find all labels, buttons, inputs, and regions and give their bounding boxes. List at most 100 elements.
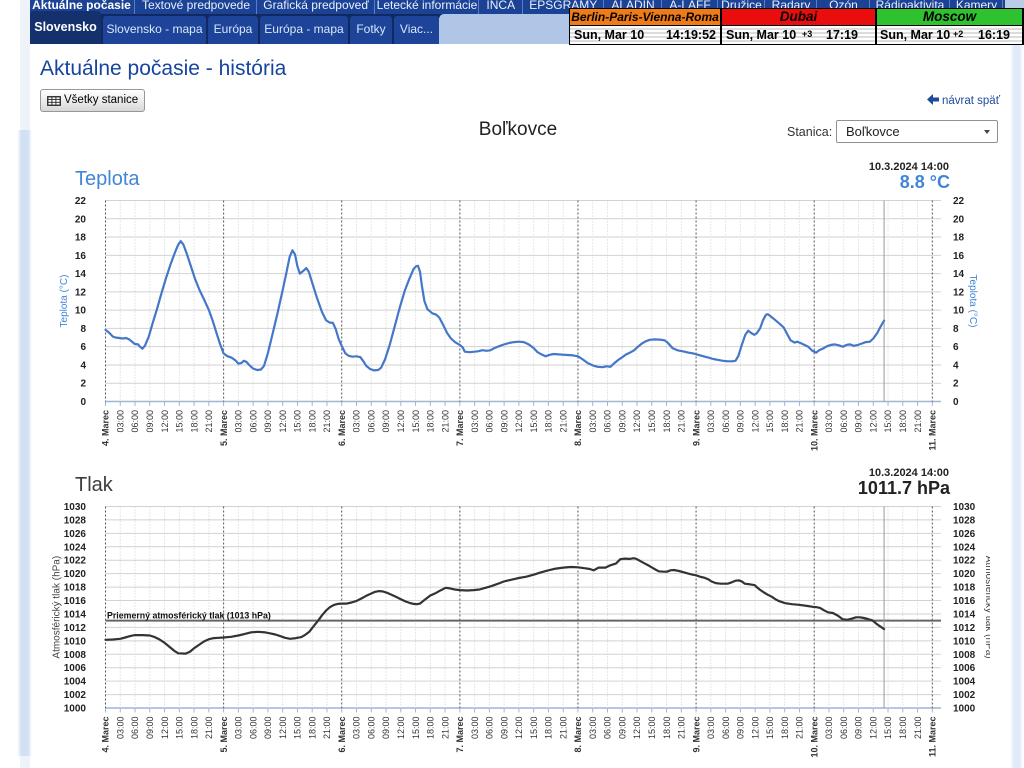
svg-text:1008: 1008: [64, 650, 87, 661]
svg-text:21:00: 21:00: [795, 717, 805, 740]
svg-text:18: 18: [953, 233, 965, 244]
svg-text:12:00: 12:00: [160, 410, 170, 433]
svg-text:1024: 1024: [953, 542, 976, 553]
svg-text:09:00: 09:00: [145, 410, 155, 433]
svg-text:6: 6: [953, 342, 959, 353]
svg-text:Atmosférický tlak (hPa): Atmosférický tlak (hPa): [983, 556, 990, 659]
svg-text:21:00: 21:00: [913, 717, 923, 740]
svg-text:15:00: 15:00: [411, 717, 421, 740]
svg-text:06:00: 06:00: [603, 717, 613, 740]
svg-text:06:00: 06:00: [603, 410, 613, 433]
svg-text:1014: 1014: [953, 609, 976, 620]
svg-text:12:00: 12:00: [396, 717, 406, 740]
svg-text:1028: 1028: [953, 515, 976, 526]
svg-text:21:00: 21:00: [322, 717, 332, 740]
svg-text:1012: 1012: [64, 623, 87, 634]
svg-text:11. Marec: 11. Marec: [928, 717, 938, 758]
svg-text:4: 4: [80, 360, 86, 371]
svg-text:09:00: 09:00: [381, 410, 391, 433]
svg-text:9. Marec: 9. Marec: [691, 717, 701, 753]
svg-text:06:00: 06:00: [366, 717, 376, 740]
svg-text:03:00: 03:00: [470, 717, 480, 740]
svg-text:18:00: 18:00: [898, 410, 908, 433]
svg-text:18:00: 18:00: [662, 717, 672, 740]
svg-text:7. Marec: 7. Marec: [455, 717, 465, 753]
svg-text:15:00: 15:00: [175, 410, 185, 433]
svg-text:1024: 1024: [64, 542, 87, 553]
svg-text:03:00: 03:00: [824, 717, 834, 740]
svg-text:06:00: 06:00: [248, 717, 258, 740]
svg-text:03:00: 03:00: [470, 410, 480, 433]
svg-text:10: 10: [75, 306, 87, 317]
svg-text:03:00: 03:00: [352, 717, 362, 740]
svg-text:03:00: 03:00: [706, 717, 716, 740]
svg-text:18:00: 18:00: [189, 717, 199, 740]
svg-text:15:00: 15:00: [529, 717, 539, 740]
svg-text:Tlak: Tlak: [75, 474, 114, 496]
svg-text:12:00: 12:00: [750, 410, 760, 433]
svg-text:12:00: 12:00: [278, 717, 288, 740]
svg-text:09:00: 09:00: [263, 410, 273, 433]
svg-text:09:00: 09:00: [854, 410, 864, 433]
svg-text:09:00: 09:00: [854, 717, 864, 740]
svg-text:1000: 1000: [953, 704, 976, 715]
svg-text:14: 14: [953, 269, 965, 280]
svg-text:14: 14: [75, 269, 87, 280]
svg-text:03:00: 03:00: [706, 410, 716, 433]
svg-text:12:00: 12:00: [160, 717, 170, 740]
svg-text:09:00: 09:00: [499, 410, 509, 433]
svg-text:0: 0: [80, 397, 86, 408]
svg-text:18:00: 18:00: [189, 410, 199, 433]
svg-text:18:00: 18:00: [898, 717, 908, 740]
svg-text:18:00: 18:00: [544, 717, 554, 740]
svg-text:06:00: 06:00: [721, 410, 731, 433]
svg-text:10. Marec: 10. Marec: [809, 410, 819, 451]
svg-text:21:00: 21:00: [677, 717, 687, 740]
svg-text:03:00: 03:00: [115, 717, 125, 740]
svg-text:11. Marec: 11. Marec: [928, 410, 938, 451]
svg-text:16: 16: [953, 251, 965, 262]
svg-text:06:00: 06:00: [130, 717, 140, 740]
svg-text:1030: 1030: [953, 502, 976, 513]
svg-text:06:00: 06:00: [485, 717, 495, 740]
svg-text:12: 12: [75, 287, 87, 298]
svg-text:2: 2: [953, 379, 959, 390]
svg-text:09:00: 09:00: [499, 717, 509, 740]
svg-text:21:00: 21:00: [204, 717, 214, 740]
svg-text:12:00: 12:00: [278, 410, 288, 433]
svg-text:9. Marec: 9. Marec: [691, 410, 701, 446]
svg-text:06:00: 06:00: [839, 717, 849, 740]
svg-text:1020: 1020: [64, 569, 87, 580]
svg-text:03:00: 03:00: [824, 410, 834, 433]
svg-text:1016: 1016: [953, 596, 976, 607]
svg-text:1026: 1026: [64, 529, 87, 540]
svg-text:1026: 1026: [953, 529, 976, 540]
svg-text:8. Marec: 8. Marec: [573, 410, 583, 446]
svg-text:09:00: 09:00: [617, 410, 627, 433]
svg-text:1018: 1018: [953, 583, 976, 594]
svg-text:4. Marec: 4. Marec: [101, 717, 111, 753]
svg-text:1016: 1016: [64, 596, 87, 607]
svg-text:1006: 1006: [64, 663, 87, 674]
svg-text:06:00: 06:00: [248, 410, 258, 433]
svg-text:1004: 1004: [953, 677, 976, 688]
svg-text:21:00: 21:00: [677, 410, 687, 433]
svg-text:15:00: 15:00: [883, 410, 893, 433]
svg-text:03:00: 03:00: [234, 410, 244, 433]
svg-text:15:00: 15:00: [175, 717, 185, 740]
svg-text:22: 22: [953, 196, 965, 207]
svg-text:15:00: 15:00: [765, 717, 775, 740]
svg-text:7. Marec: 7. Marec: [455, 410, 465, 446]
svg-text:6. Marec: 6. Marec: [337, 410, 347, 446]
svg-text:10: 10: [953, 306, 965, 317]
svg-text:15:00: 15:00: [647, 410, 657, 433]
svg-text:0: 0: [953, 397, 959, 408]
svg-text:6: 6: [80, 342, 86, 353]
svg-text:21:00: 21:00: [322, 410, 332, 433]
svg-text:06:00: 06:00: [721, 717, 731, 740]
svg-text:1004: 1004: [64, 677, 87, 688]
svg-text:09:00: 09:00: [381, 717, 391, 740]
svg-text:1008: 1008: [953, 650, 976, 661]
svg-text:Teplota (°C): Teplota (°C): [967, 275, 978, 328]
svg-text:8. Marec: 8. Marec: [573, 717, 583, 753]
